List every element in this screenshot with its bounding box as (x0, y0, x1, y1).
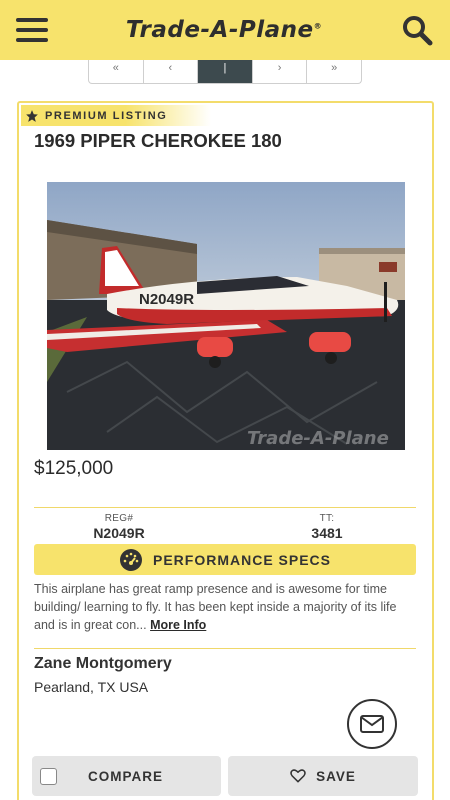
logo-text: Trade-A-Plane (125, 17, 314, 43)
tt-label: TT: (319, 513, 335, 524)
premium-badge: PREMIUM LISTING (21, 105, 211, 126)
performance-specs-button[interactable]: PERFORMANCE SPECS (34, 544, 416, 575)
tt-value: 3481 (311, 525, 343, 541)
logo-registered-mark: ® (313, 21, 323, 31)
reg-value: N2049R (93, 525, 145, 541)
listing-price: $125,000 (34, 458, 114, 479)
divider (34, 648, 416, 649)
description-text: This airplane has great ramp presence an… (34, 582, 397, 632)
listing-card: PREMIUM LISTING 1969 PIPER CHEROKEE 180 (17, 101, 434, 800)
more-info-link[interactable]: More Info (150, 618, 206, 632)
speedometer-icon (119, 548, 142, 571)
email-seller-button[interactable] (347, 699, 397, 749)
seller-location: Pearland, TX USA (34, 679, 149, 695)
aircraft-photo[interactable]: N2049R Trade-A-Plane (47, 182, 405, 450)
compare-checkbox[interactable] (40, 767, 57, 785)
pagination: « ‹ | › » (88, 60, 362, 84)
performance-specs-label: PERFORMANCE SPECS (152, 551, 332, 568)
hamburger-menu-icon[interactable] (16, 18, 48, 42)
save-button[interactable]: SAVE (228, 756, 418, 796)
pagination-first-button[interactable]: « (89, 60, 144, 83)
menu-bar-line (16, 18, 48, 22)
total-time-stat: TT: 3481 (227, 513, 427, 541)
save-label: SAVE (316, 768, 356, 784)
reg-label: REG# (104, 513, 134, 524)
aircraft-tail-number: N2049R (139, 291, 194, 308)
pagination-current-page[interactable]: | (198, 60, 253, 83)
search-icon[interactable] (400, 13, 434, 47)
pagination-last-button[interactable]: » (307, 60, 361, 83)
envelope-icon (360, 715, 384, 733)
compare-button[interactable]: COMPARE (32, 756, 221, 796)
heart-icon (290, 769, 306, 783)
listing-title[interactable]: 1969 PIPER CHEROKEE 180 (34, 130, 282, 152)
reg-number-stat: REG# N2049R (19, 513, 219, 541)
photo-watermark: Trade-A-Plane (247, 428, 389, 449)
site-logo[interactable]: Trade-A-Plane® (126, 17, 322, 43)
pagination-next-button[interactable]: › (253, 60, 308, 83)
divider (34, 507, 416, 508)
star-icon (26, 109, 38, 122)
listing-description: This airplane has great ramp presence an… (34, 580, 419, 634)
premium-badge-label: PREMIUM LISTING (45, 109, 168, 122)
menu-bar-line (16, 28, 48, 32)
compare-label: COMPARE (88, 768, 164, 784)
pagination-prev-button[interactable]: ‹ (144, 60, 199, 83)
top-header: Trade-A-Plane® (0, 0, 450, 60)
menu-bar-line (16, 38, 48, 42)
seller-name: Zane Montgomery (34, 655, 172, 672)
